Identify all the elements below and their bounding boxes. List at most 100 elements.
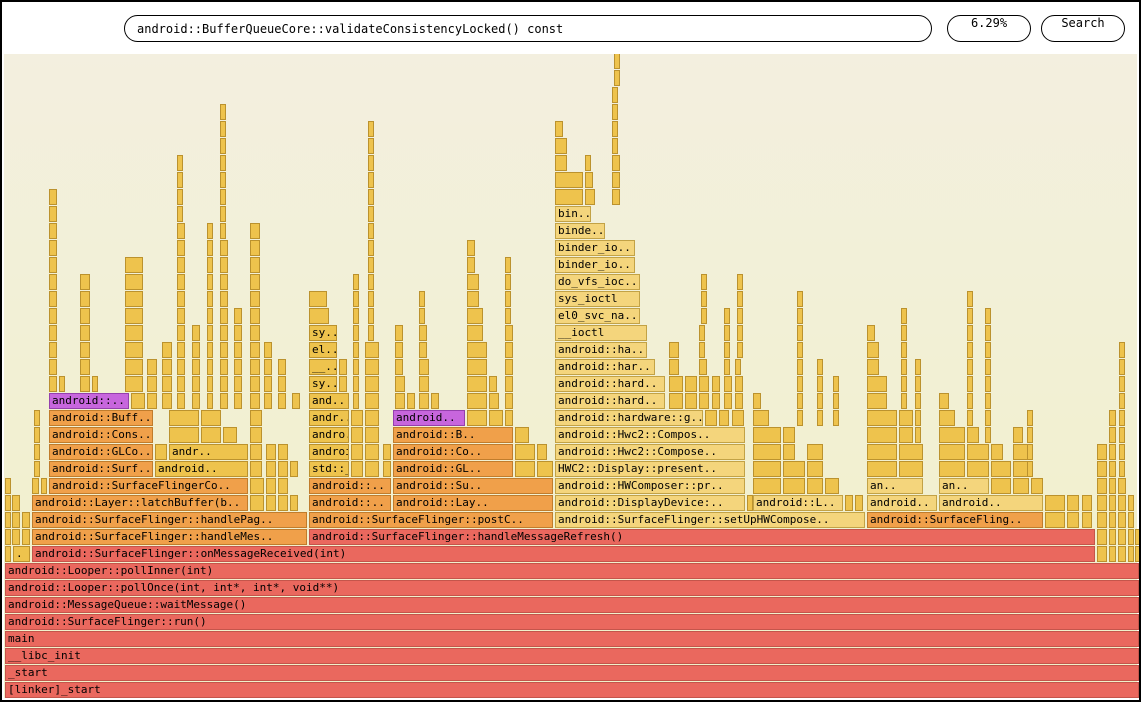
flame-frame[interactable] xyxy=(939,427,965,443)
flame-frame[interactable] xyxy=(899,461,923,477)
flame-frame[interactable] xyxy=(505,342,513,358)
flame-frame[interactable] xyxy=(34,461,40,477)
flame-frame[interactable] xyxy=(1097,529,1107,545)
flame-frame[interactable] xyxy=(419,325,427,341)
flame-frame[interactable] xyxy=(207,359,213,375)
flame-frame[interactable] xyxy=(201,427,221,443)
flame-frame[interactable] xyxy=(147,393,157,409)
flame-frame[interactable] xyxy=(753,427,781,443)
flame-frame[interactable] xyxy=(817,376,823,392)
flame-frame[interactable] xyxy=(125,376,143,392)
flame-frame[interactable] xyxy=(505,291,511,307)
flame-frame[interactable] xyxy=(555,138,567,154)
flame-frame[interactable] xyxy=(735,359,741,375)
flame-frame[interactable] xyxy=(797,308,803,324)
flame-frame[interactable] xyxy=(967,410,973,426)
flame-frame[interactable] xyxy=(712,393,720,409)
flame-frame[interactable] xyxy=(368,189,374,205)
flame-frame[interactable] xyxy=(1013,427,1023,443)
flame-frame[interactable] xyxy=(34,444,40,460)
flame-frame[interactable] xyxy=(505,325,513,341)
flame-frame[interactable]: __libc_init xyxy=(5,648,1139,664)
flame-frame[interactable]: android::MessageQueue::waitMessage() xyxy=(5,597,1139,613)
flame-frame[interactable] xyxy=(368,240,374,256)
flame-frame[interactable] xyxy=(431,393,439,409)
flame-frame[interactable] xyxy=(991,478,1011,494)
flame-frame[interactable] xyxy=(967,342,973,358)
flame-frame[interactable]: android::hard.. xyxy=(555,393,665,409)
flame-frame[interactable] xyxy=(753,393,761,409)
flame-frame[interactable] xyxy=(797,291,803,307)
flame-frame[interactable] xyxy=(467,274,479,290)
flame-frame[interactable] xyxy=(685,393,697,409)
flame-frame[interactable] xyxy=(147,359,157,375)
flame-frame[interactable] xyxy=(1118,512,1126,528)
flame-frame[interactable] xyxy=(967,325,973,341)
flame-frame[interactable] xyxy=(207,240,213,256)
flame-frame[interactable] xyxy=(266,444,276,460)
flame-frame[interactable]: android::hardware::g.. xyxy=(555,410,703,426)
flame-frame[interactable] xyxy=(669,393,683,409)
flame-frame[interactable] xyxy=(278,461,288,477)
flame-frame[interactable] xyxy=(724,308,730,324)
flame-frame[interactable] xyxy=(705,410,717,426)
flame-frame[interactable] xyxy=(278,495,288,511)
flame-frame[interactable] xyxy=(1097,495,1107,511)
flame-frame[interactable] xyxy=(817,359,823,375)
flame-frame[interactable] xyxy=(585,172,593,188)
flame-frame[interactable] xyxy=(797,342,803,358)
flame-frame[interactable] xyxy=(737,342,743,358)
flame-frame[interactable] xyxy=(395,393,405,409)
flame-frame[interactable] xyxy=(807,461,823,477)
flame-frame[interactable] xyxy=(1109,546,1116,562)
flame-frame[interactable] xyxy=(467,291,479,307)
flame-frame[interactable] xyxy=(901,393,907,409)
flame-frame[interactable] xyxy=(250,240,260,256)
flame-frame[interactable] xyxy=(177,359,185,375)
flame-frame[interactable] xyxy=(368,155,374,171)
flame-frame[interactable] xyxy=(368,257,374,273)
flame-frame[interactable] xyxy=(724,325,730,341)
flame-frame[interactable] xyxy=(278,478,288,494)
flame-frame[interactable] xyxy=(177,206,183,222)
flame-frame[interactable] xyxy=(1128,529,1134,545)
flame-frame[interactable] xyxy=(867,376,887,392)
flame-frame[interactable] xyxy=(309,291,327,307)
flame-frame[interactable] xyxy=(177,342,185,358)
flame-frame[interactable] xyxy=(867,427,897,443)
flame-frame[interactable] xyxy=(985,308,991,324)
flame-frame[interactable] xyxy=(368,291,374,307)
flame-frame[interactable] xyxy=(177,240,185,256)
flame-frame[interactable] xyxy=(1118,546,1126,562)
flame-frame[interactable] xyxy=(867,359,879,375)
flame-frame[interactable] xyxy=(737,274,743,290)
flame-frame[interactable]: android::B.. xyxy=(393,427,513,443)
flame-frame[interactable] xyxy=(967,444,989,460)
flame-frame[interactable] xyxy=(220,393,228,409)
flame-frame[interactable] xyxy=(309,308,329,324)
flame-frame[interactable] xyxy=(1119,444,1125,460)
flame-frame[interactable] xyxy=(817,410,823,426)
flame-frame[interactable]: android::hard.. xyxy=(555,376,665,392)
flame-frame[interactable] xyxy=(49,308,57,324)
flame-frame[interactable]: __ioctl xyxy=(555,325,647,341)
flame-frame[interactable] xyxy=(12,495,20,511)
flame-frame[interactable] xyxy=(353,274,359,290)
flame-frame[interactable] xyxy=(353,359,359,375)
flame-frame[interactable] xyxy=(555,155,567,171)
flame-frame[interactable] xyxy=(353,291,359,307)
flame-frame[interactable] xyxy=(220,257,228,273)
flame-frame[interactable] xyxy=(939,461,965,477)
flame-frame[interactable]: android::Looper::pollOnce(int, int*, int… xyxy=(5,580,1139,596)
flame-frame[interactable] xyxy=(915,410,921,426)
flame-frame[interactable] xyxy=(915,393,921,409)
flame-frame[interactable] xyxy=(753,410,769,426)
flame-frame[interactable] xyxy=(699,342,705,358)
flame-frame[interactable] xyxy=(290,495,298,511)
flame-frame[interactable] xyxy=(395,342,403,358)
flame-frame[interactable] xyxy=(177,189,183,205)
flame-frame[interactable] xyxy=(192,342,200,358)
flame-frame[interactable] xyxy=(368,206,374,222)
flame-frame[interactable]: android::GL.. xyxy=(393,461,513,477)
flame-frame[interactable] xyxy=(467,342,487,358)
